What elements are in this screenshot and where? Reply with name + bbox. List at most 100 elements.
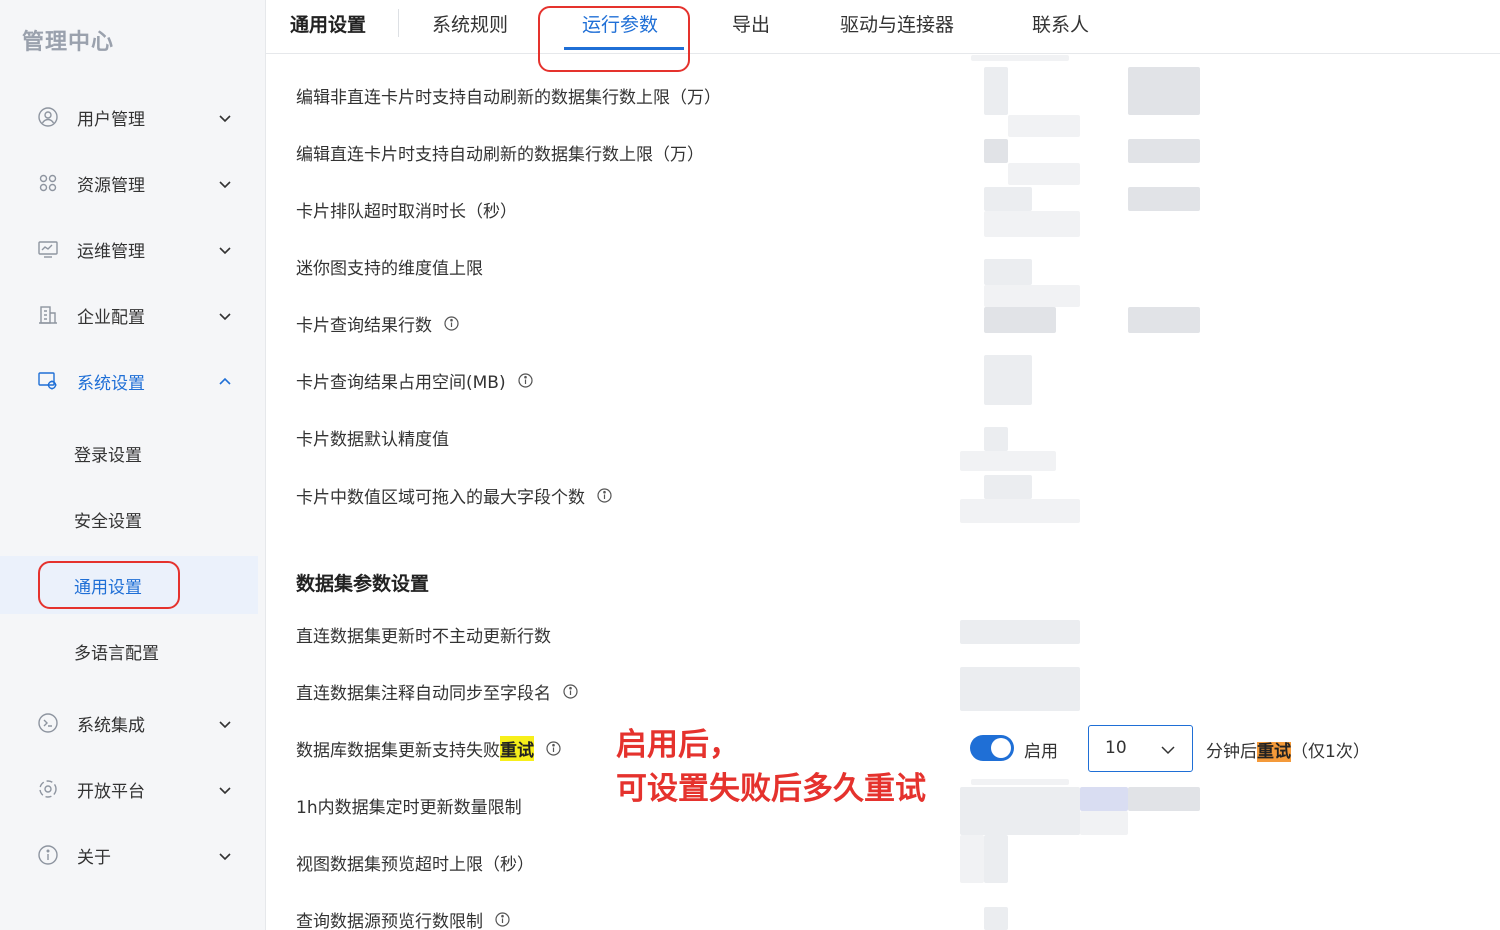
sidebar-item-user-management[interactable]: 用户管理	[0, 95, 266, 139]
setting-label: 直连数据集注释自动同步至字段名	[296, 684, 551, 704]
sidebar-item-label: 关于	[77, 847, 111, 868]
annotation-line2: 可设置失败后多久重试	[616, 771, 926, 807]
setting-label-preview-rows: 查询数据源预览行数限制	[296, 907, 510, 930]
sidebar-item-label: 资源管理	[77, 175, 145, 196]
blurred-value	[960, 499, 1080, 523]
chevron-down-icon	[218, 110, 232, 124]
setting-label-max-fields: 卡片中数值区域可拖入的最大字段个数	[296, 483, 612, 508]
sidebar-subitem-label: 登录设置	[74, 445, 142, 466]
blurred-value	[984, 259, 1032, 285]
retry-minutes-select[interactable]: 10	[1088, 725, 1193, 772]
setting-label-card-query-rows: 卡片查询结果行数	[296, 311, 459, 336]
main-content: 编辑非直连卡片时支持自动刷新的数据集行数上限（万） 编辑直连卡片时支持自动刷新的…	[266, 55, 1500, 930]
tab-general-settings[interactable]: 通用设置	[290, 10, 366, 37]
section-title-dataset-params: 数据集参数设置	[296, 573, 430, 595]
blurred-value	[984, 355, 1032, 405]
blurred-value	[984, 139, 1008, 163]
sidebar-item-label: 开放平台	[77, 781, 145, 802]
app-title: 管理中心	[22, 30, 115, 55]
tab-contacts[interactable]: 联系人	[1032, 10, 1089, 37]
chevron-down-icon	[1160, 742, 1176, 758]
setting-label: 查询数据源预览行数限制	[296, 912, 483, 930]
toggle-label: 启用	[1024, 742, 1058, 762]
blurred-value	[984, 475, 1032, 499]
info-icon[interactable]	[597, 488, 612, 503]
blurred-value	[960, 787, 1080, 835]
sidebar-subitem-label: 安全设置	[74, 511, 142, 532]
header-tabs: 通用设置 系统规则 运行参数 导出 驱动与连接器 联系人	[266, 0, 1500, 54]
blurred-value	[1080, 811, 1128, 835]
monitor-icon	[37, 238, 59, 260]
blurred-value	[1128, 139, 1200, 163]
setting-label: 卡片排队超时取消时长（秒）	[296, 202, 517, 222]
blurred-value	[984, 907, 1008, 930]
sidebar-subitem-label: 多语言配置	[74, 643, 159, 664]
chevron-down-icon	[218, 848, 232, 862]
info-icon[interactable]	[563, 684, 578, 699]
user-circle-icon	[37, 106, 59, 128]
blurred-value	[1128, 187, 1200, 211]
sidebar-subitem-login-settings[interactable]: 登录设置	[0, 424, 258, 482]
blurred-value	[1080, 787, 1128, 811]
settings-icon	[37, 370, 59, 392]
blurred-value	[984, 285, 1080, 307]
blurred-value	[984, 211, 1080, 237]
select-value: 10	[1105, 738, 1127, 758]
annotation-line1: 启用后，	[616, 727, 740, 763]
blurred-value	[1008, 115, 1080, 137]
blurred-value	[1008, 163, 1080, 185]
sidebar-item-label: 用户管理	[77, 109, 145, 130]
blurred-value	[960, 451, 1056, 471]
setting-label: 迷你图支持的维度值上限	[296, 259, 483, 279]
blurred-value	[960, 620, 1080, 644]
tab-divider	[398, 9, 399, 37]
chevron-down-icon	[218, 308, 232, 322]
blurred-value	[984, 187, 1032, 211]
blurred-value	[984, 67, 1008, 115]
sidebar: 管理中心 用户管理 资源管理 运维管理 企业配置 系统设置 登录设置 安全设置 …	[0, 0, 266, 930]
suffix-text: 分钟后	[1206, 742, 1257, 762]
tab-system-rules[interactable]: 系统规则	[432, 10, 508, 37]
tab-export[interactable]: 导出	[732, 10, 770, 37]
retry-suffix: 分钟后重试（仅1次）	[1206, 737, 1370, 762]
sidebar-item-open-platform[interactable]: 开放平台	[0, 767, 266, 811]
blurred-value	[960, 667, 1080, 711]
sidebar-item-resource-management[interactable]: 资源管理	[0, 161, 266, 205]
blurred-value	[984, 307, 1056, 333]
grid-icon	[37, 172, 59, 194]
chevron-down-icon	[218, 716, 232, 730]
tab-drivers-connectors[interactable]: 驱动与连接器	[840, 10, 954, 37]
setting-label: 直连数据集更新时不主动更新行数	[296, 627, 551, 647]
sidebar-item-ops-management[interactable]: 运维管理	[0, 227, 266, 271]
suffix-text: （仅1次）	[1291, 742, 1370, 762]
setting-label: 视图数据集预览超时上限（秒）	[296, 855, 534, 875]
blurred-value	[960, 835, 984, 883]
sidebar-item-about[interactable]: 关于	[0, 833, 266, 877]
chevron-down-icon	[218, 242, 232, 256]
setting-label: 编辑非直连卡片时支持自动刷新的数据集行数上限（万）	[296, 88, 721, 108]
setting-label: 卡片查询结果占用空间(MB)	[296, 373, 506, 393]
sidebar-item-system-integration[interactable]: 系统集成	[0, 701, 266, 745]
info-icon[interactable]	[518, 373, 533, 388]
sidebar-subitem-multilanguage[interactable]: 多语言配置	[0, 622, 258, 680]
callout-runtime-params-tab	[538, 6, 690, 72]
blurred-value	[971, 55, 1069, 61]
sidebar-item-label: 系统集成	[77, 715, 145, 736]
info-icon[interactable]	[444, 316, 459, 331]
blurred-value	[1128, 787, 1200, 811]
setting-label: 1h内数据集定时更新数量限制	[296, 798, 522, 818]
highlight-retry-suffix: 重试	[1257, 742, 1291, 762]
chevron-up-icon	[218, 374, 232, 388]
sidebar-subitem-security-settings[interactable]: 安全设置	[0, 490, 258, 548]
sidebar-item-system-settings[interactable]: 系统设置	[0, 359, 266, 403]
retry-enable-toggle[interactable]	[970, 735, 1014, 761]
info-icon[interactable]	[495, 912, 510, 927]
info-icon[interactable]	[546, 741, 561, 756]
sidebar-item-enterprise-config[interactable]: 企业配置	[0, 293, 266, 337]
chevron-down-icon	[218, 176, 232, 190]
setting-label: 数据库数据集更新支持失败	[296, 741, 500, 761]
callout-general-settings	[38, 561, 180, 609]
setting-label-comment-sync: 直连数据集注释自动同步至字段名	[296, 679, 578, 704]
chevron-down-icon	[218, 782, 232, 796]
setting-label: 编辑直连卡片时支持自动刷新的数据集行数上限（万）	[296, 145, 704, 165]
